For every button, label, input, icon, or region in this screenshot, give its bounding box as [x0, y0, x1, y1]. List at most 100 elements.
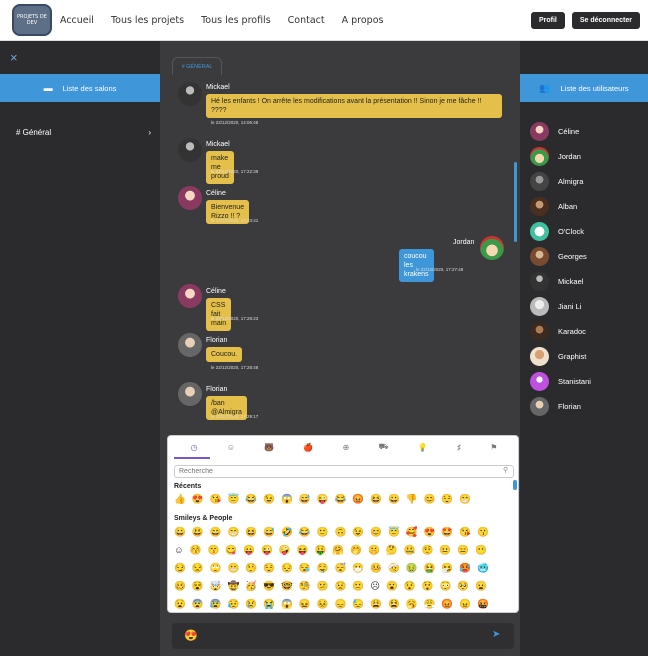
logout-button[interactable]: Se déconnecter — [571, 11, 640, 29]
message-bubble: make me proud — [206, 151, 234, 184]
user-item[interactable]: Alban — [530, 197, 577, 216]
user-item[interactable]: Stanistani — [530, 372, 591, 391]
salon-item-label: # Général — [16, 128, 52, 137]
salon-panel-header: ▬ Liste des salons — [0, 74, 160, 102]
user-item[interactable]: Jordan — [530, 147, 581, 166]
emoji-row[interactable]: 😧😨😰😥😢😭😱😖😣😞😓😩😫🥱😤😡😠🤬 — [174, 599, 495, 610]
avatar — [530, 397, 549, 416]
user-name: Karadoc — [558, 327, 586, 336]
user-item[interactable]: Almigra — [530, 172, 583, 191]
nav-actions: Profil Se déconnecter — [524, 11, 640, 29]
user-name: Florian — [558, 402, 581, 411]
user-item[interactable]: Florian — [530, 397, 581, 416]
user-name: Graphist — [558, 352, 587, 361]
emoji-search-input[interactable] — [174, 465, 514, 478]
avatar — [178, 382, 202, 406]
avatar — [530, 347, 549, 366]
message-author: Mickael — [206, 84, 230, 91]
user-item[interactable]: Mickael — [530, 272, 583, 291]
message-bubble: CSS fait main — [206, 298, 232, 331]
emoji-row[interactable]: 👍😍😘😇😂😉😱😅😜😂😡😆😀👎😊😌😁 — [174, 494, 477, 505]
message-date: le 22/12/2020, 17:28:23 — [211, 316, 259, 321]
avatar — [530, 372, 549, 391]
user-item[interactable]: Graphist — [530, 347, 586, 366]
avatar — [530, 172, 549, 191]
user-name: Jiani Li — [558, 302, 582, 311]
message-date: le 22/12/2020, 17:29:17 — [211, 414, 259, 419]
tab-general[interactable]: # GÉNÉRAL — [172, 57, 222, 75]
user-item[interactable]: Jiani Li — [530, 297, 581, 316]
message-date: le 22/12/2020, 17:23:41 — [211, 218, 259, 223]
user-item[interactable]: Céline — [530, 122, 579, 141]
site-logo[interactable]: PROJETS DE DEV — [12, 4, 52, 36]
user-panel-title: Liste des utilisateurs — [560, 83, 629, 93]
recent-icon[interactable]: ◷ — [191, 443, 198, 452]
avatar — [530, 222, 549, 241]
user-name: Stanistani — [558, 377, 591, 386]
message-date: le 22/12/2020, 17:28:48 — [211, 365, 259, 370]
emoji-row[interactable]: 😏😒🙄😬🤥😌😔😪🤤😴😷🤒🤕🤢🤮🤧🥵🥶 — [174, 563, 495, 574]
user-name: Jordan — [558, 152, 581, 161]
user-item[interactable]: Karadoc — [530, 322, 586, 341]
logo-text: PROJETS DE DEV — [17, 14, 47, 26]
message-bubble: Coucou. — [206, 347, 243, 362]
avatar — [178, 186, 202, 210]
user-name: Céline — [558, 127, 580, 136]
avatar — [530, 322, 549, 341]
avatar — [530, 297, 549, 316]
close-icon[interactable]: × — [10, 50, 18, 65]
user-item[interactable]: Georges — [530, 247, 587, 266]
nav-link-profils[interactable]: Tous les profils — [201, 15, 271, 26]
recent-section-title: Récents — [174, 483, 202, 490]
message-author: Céline — [206, 190, 226, 197]
avatar — [530, 147, 549, 166]
user-name: Almigra — [558, 177, 584, 186]
emoji-row[interactable]: 😀😃😄😁😆😅🤣😂🙂🙃😉😊😇🥰😍🤩😘😗 — [174, 527, 495, 538]
active-category-indicator — [174, 457, 210, 459]
car-icon[interactable]: ⛟ — [379, 442, 389, 452]
avatar — [178, 138, 202, 162]
food-icon[interactable]: 🍎 — [303, 443, 313, 452]
message-date: le 22/12/2020, 14:06:48 — [211, 120, 259, 125]
send-icon[interactable]: ➤ — [492, 629, 500, 640]
search-icon: ⚲ — [503, 467, 509, 474]
symbols-icon[interactable]: ♯ — [457, 443, 461, 452]
message-author: Jordan — [453, 239, 475, 246]
travel-icon[interactable]: ⊕ — [343, 443, 350, 452]
user-panel-header: 👥 Liste des utilisateurs — [520, 74, 648, 102]
avatar — [178, 284, 202, 308]
user-name: O'Clock — [558, 227, 585, 236]
animal-icon[interactable]: 🐻 — [264, 443, 274, 452]
profile-button[interactable]: Profil — [530, 11, 565, 29]
chevron-right-icon: › — [148, 128, 151, 137]
user-panel: 👥 Liste des utilisateurs Céline Jordan A… — [520, 41, 648, 656]
nav-link-apropos[interactable]: A propos — [342, 15, 384, 26]
avatar — [480, 236, 504, 260]
emoji-category-bar: ◷ ☺ 🐻 🍎 ⊕ ⛟ 💡 ♯ ⚑ — [168, 436, 518, 458]
avatar — [178, 82, 202, 106]
smiley-icon[interactable]: ☺ — [227, 443, 235, 452]
message-bubble: Hé les enfants ! On arrête les modificat… — [206, 94, 502, 118]
message-input[interactable]: 😍 — [184, 629, 198, 642]
chat-scrollbar[interactable] — [514, 162, 517, 242]
smileys-section-title: Smileys & People — [174, 515, 233, 522]
emoji-scrollbar[interactable] — [513, 480, 517, 490]
nav-link-projets[interactable]: Tous les projets — [111, 15, 184, 26]
user-item[interactable]: O'Clock — [530, 222, 584, 241]
nav-link-accueil[interactable]: Accueil — [60, 15, 94, 26]
nav-link-contact[interactable]: Contact — [288, 15, 325, 26]
bulb-icon[interactable]: 💡 — [418, 443, 428, 452]
emoji-row[interactable]: 🥴😵🤯🤠🥳😎🤓🧐😕😟🙁☹😮😯😲😳🥺😦 — [174, 581, 493, 592]
user-name: Mickael — [558, 277, 584, 286]
message-author: Florian — [206, 386, 228, 393]
message-date: le 22/12/2020, 17:22:39 — [211, 169, 259, 174]
salon-panel-title: Liste des salons — [62, 83, 117, 93]
chat-icon: ▬ — [43, 83, 53, 93]
salon-item-general[interactable]: # Général › — [16, 128, 151, 137]
message-author: Florian — [206, 337, 228, 344]
top-navbar: PROJETS DE DEV Accueil Tous les projets … — [0, 0, 648, 41]
emoji-row[interactable]: ☺😚😙😋😛😜🤪😝🤑🤗🤭🤫🤔🤐🤨😐😑😶 — [174, 545, 493, 556]
message-input-bar[interactable]: 😍 ➤ — [172, 623, 514, 649]
flag-icon[interactable]: ⚑ — [490, 443, 497, 452]
avatar — [530, 122, 549, 141]
